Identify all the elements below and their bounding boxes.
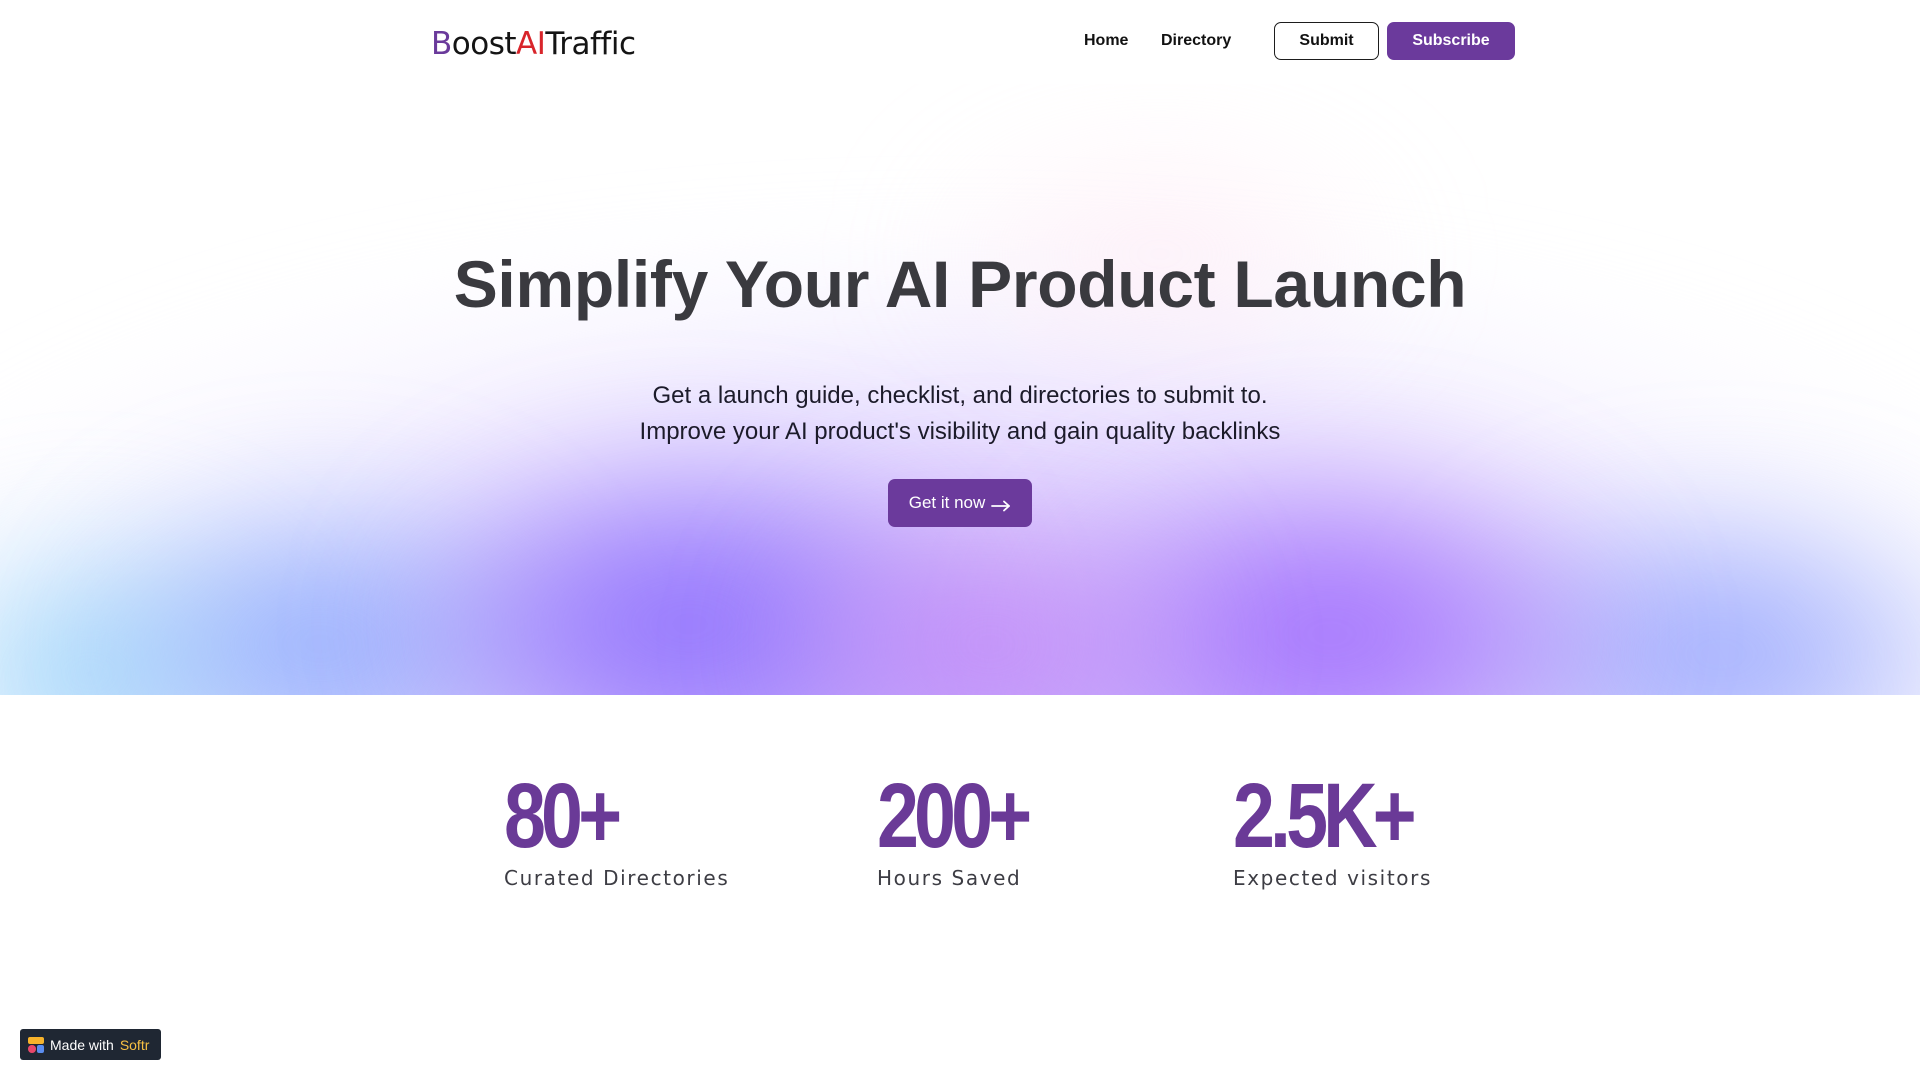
site-header: BoostAITraffic Home Directory Submit Sub…: [0, 0, 1920, 84]
hero-section: Simplify Your AI Product Launch Get a la…: [0, 84, 1920, 695]
subscribe-button[interactable]: Subscribe: [1387, 22, 1515, 60]
stat-curated-directories: 80+ Curated Directories: [504, 770, 729, 890]
get-it-now-button[interactable]: Get it now: [888, 479, 1032, 527]
submit-button[interactable]: Submit: [1274, 22, 1379, 60]
nav-link-directory[interactable]: Directory: [1161, 30, 1231, 52]
made-with-softr-badge[interactable]: Made with Softr: [20, 1029, 161, 1060]
site-logo[interactable]: BoostAITraffic: [431, 24, 636, 64]
logo-text-ai: AI: [516, 26, 546, 62]
hero-subtitle-line-1: Get a launch guide, checklist, and direc…: [652, 382, 1268, 409]
logo-letter-b: B: [431, 26, 452, 62]
stat-label: Expected visitors: [1233, 866, 1432, 890]
hero-title: Simplify Your AI Product Launch: [453, 247, 1467, 321]
stat-label: Curated Directories: [504, 866, 730, 890]
badge-prefix: Made with: [50, 1036, 114, 1053]
hero-subtitle-line-2: Improve your AI product's visibility and…: [639, 418, 1281, 445]
stat-hours-saved: 200+ Hours Saved: [877, 770, 1060, 890]
stat-value: 80+: [504, 765, 622, 867]
stat-value: 200+: [877, 765, 1032, 867]
get-it-now-label: Get it now: [908, 493, 986, 512]
nav-link-home[interactable]: Home: [1084, 30, 1128, 52]
arrow-right-icon: [991, 497, 1011, 512]
logo-text-traffic: Traffic: [545, 26, 636, 62]
stat-label: Hours Saved: [877, 866, 1022, 890]
hero-subtitle: Get a launch guide, checklist, and direc…: [0, 378, 1920, 450]
badge-brand: Softr: [119, 1036, 150, 1053]
stat-value: 2.5K+: [1233, 765, 1417, 867]
softr-logo-icon: [28, 1036, 44, 1053]
logo-text-oost: oost: [451, 26, 517, 62]
stat-expected-visitors: 2.5K+ Expected visitors: [1233, 770, 1451, 890]
